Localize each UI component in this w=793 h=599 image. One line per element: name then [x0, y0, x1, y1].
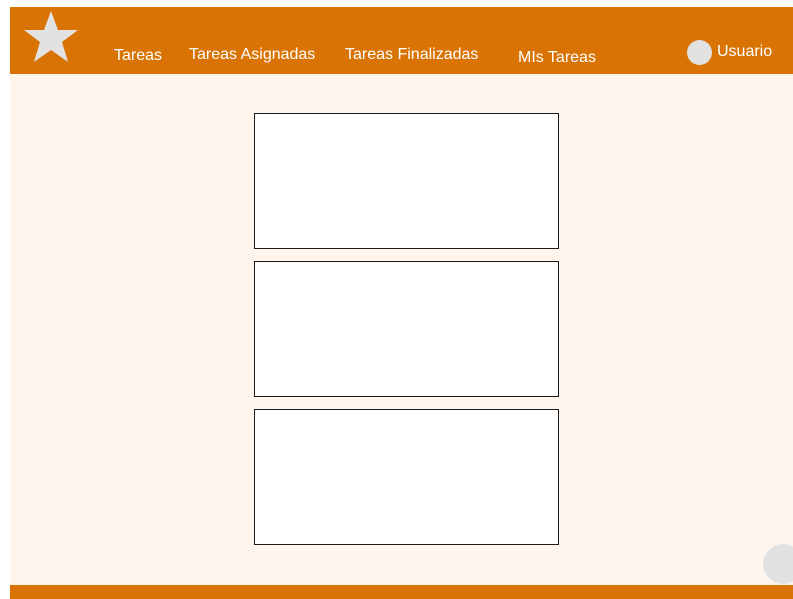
floating-action-button[interactable] — [763, 544, 793, 584]
task-card[interactable] — [254, 409, 559, 545]
user-avatar[interactable] — [687, 40, 712, 65]
footer-bar — [10, 585, 793, 599]
task-card[interactable] — [254, 113, 559, 249]
nav-tareas-asignadas[interactable]: Tareas Asignadas — [189, 46, 315, 64]
nav-tareas-finalizadas[interactable]: Tareas Finalizadas — [345, 46, 478, 64]
nav-tareas[interactable]: Tareas — [114, 47, 162, 65]
user-name[interactable]: Usuario — [717, 43, 772, 61]
star-icon[interactable] — [22, 9, 80, 67]
task-card[interactable] — [254, 261, 559, 397]
app-frame: Tareas Tareas Asignadas Tareas Finalizad… — [10, 7, 793, 599]
nav-mis-tareas[interactable]: MIs Tareas — [518, 49, 596, 67]
top-navigation-bar: Tareas Tareas Asignadas Tareas Finalizad… — [10, 7, 793, 74]
